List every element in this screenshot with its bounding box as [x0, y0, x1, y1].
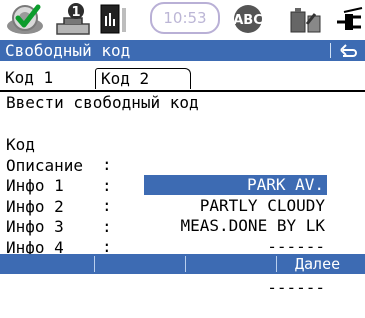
title-bar: Свободный код — [0, 40, 365, 61]
battery-icon — [290, 8, 321, 33]
abc-input-mode-icon: ABC — [233, 5, 263, 33]
form: Ввести свободный код Код : PARK AV. Опис… — [0, 93, 365, 297]
svg-text:ABC: ABC — [233, 13, 263, 28]
title-divider — [330, 43, 331, 58]
gps-satellite-icon — [7, 4, 43, 34]
form-row-info-3: Инфо 3 : ------ — [0, 197, 365, 276]
status-bar: 1 10:53 ABC — [0, 0, 365, 38]
tab-code-1[interactable]: Код 1 — [0, 68, 95, 89]
tab-underline — [0, 90, 365, 92]
info-4-field[interactable]: ------ — [267, 278, 325, 298]
level-bubble-icon — [100, 4, 126, 34]
survey-instrument-icon: 1 — [56, 3, 90, 35]
form-row-description: Описание : PARTLY CLOUDY — [0, 136, 365, 215]
form-row-info-1: Инфо 1 : MEAS.DONE BY LK — [0, 156, 365, 235]
power-plug-icon — [337, 7, 363, 30]
form-heading: Ввести свободный код — [6, 93, 199, 112]
page-title: Свободный код — [5, 41, 131, 60]
softkey-divider — [185, 256, 186, 272]
form-row-info-2: Инфо 2 : ------ — [0, 177, 365, 256]
softkey-divider — [276, 256, 277, 272]
back-icon[interactable] — [337, 41, 361, 60]
next-button[interactable]: Далее — [295, 254, 340, 274]
form-row-code: Код : PARK AV. — [0, 115, 365, 195]
softkey-divider — [94, 256, 95, 272]
tab-bar: Код 1 Код 2 — [0, 68, 365, 90]
form-row-info-4: Инфо 4 : ------ — [0, 218, 365, 297]
screen: 1 10:53 ABC Свободный код Код 1 Код 2 Вв… — [0, 0, 365, 297]
softkey-bar: Далее — [0, 254, 365, 274]
clock-icon: 10:53 — [150, 2, 220, 34]
svg-text:1: 1 — [71, 5, 80, 20]
tab-code-2[interactable]: Код 2 — [95, 68, 191, 89]
